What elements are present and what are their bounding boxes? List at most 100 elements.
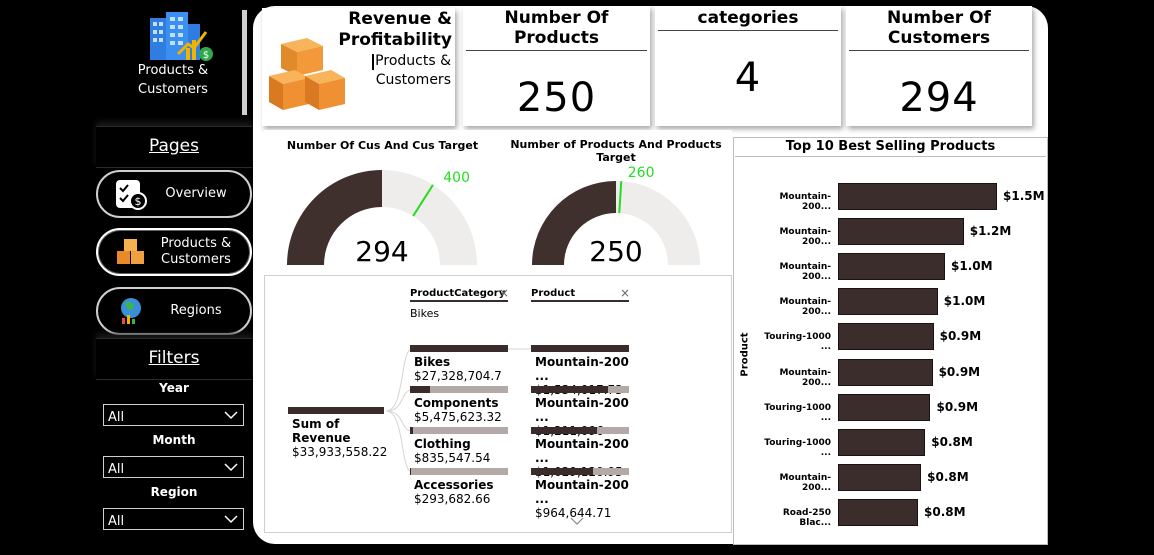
dt-product-label: Mountain-200 ... [535,355,629,383]
dt-category-node[interactable]: Bikes $27,328,704.7 [410,345,508,383]
dt-category-bar [410,386,508,393]
boxes-icon [112,233,150,271]
close-icon[interactable]: × [620,286,630,300]
svg-text:$: $ [203,50,209,61]
chevron-down-icon[interactable] [570,516,584,526]
dt-category-value: $293,682.66 [414,492,491,506]
gauge-value-label: 294 [355,235,408,268]
kpi-title: Number Of Products [466,6,647,51]
nav-overview-button[interactable]: $ Overview [96,170,252,218]
kpi-card-categories: categories 4 [655,6,841,126]
pages-heading: Pages [96,126,252,168]
bar[interactable] [838,393,931,421]
bar-data-label: $0.9M [938,364,981,379]
dt-column-filter: Bikes [410,307,440,320]
bar-data-label: $1.0M [951,259,993,274]
dt-product-bar [531,386,629,393]
kpi-title: categories [658,6,838,31]
bar-category-label: Mountain-200... [779,472,831,493]
kpi-value: 294 [899,75,979,121]
dt-column-header-label: ProductCategory [410,288,506,299]
bar-data-label: $1.2M [969,224,1012,239]
bar[interactable] [838,428,926,456]
dt-product-label: Mountain-200 ... [535,478,629,506]
overview-icon: $ [112,175,150,213]
dt-category-bar [410,345,508,352]
dt-column-header-product: Product [531,288,629,302]
bar[interactable] [838,323,934,351]
filter-month-label: Month [152,433,196,447]
dt-category-label: Components [414,396,499,410]
bar-data-label: $0.9M [939,329,982,344]
bar-data-label: $1.0M [943,294,986,309]
bar[interactable] [838,253,946,281]
bar-category-label: Mountain-200... [779,297,831,318]
dt-category-node[interactable]: Accessories $293,682.66 [410,468,508,506]
gauge-value-label: 250 [589,235,642,268]
dt-category-bar [410,468,508,475]
bar[interactable] [838,358,933,386]
header-card: Revenue & Profitability Products & Custo… [262,8,455,126]
globe-icon [112,292,150,330]
bar[interactable] [838,183,997,210]
nav-overview-label: Overview [165,186,227,201]
gauge-products: 260 250 [532,165,700,268]
kpi-title: Number Of Customers [849,6,1029,51]
dt-category-value: $5,475,623.32 [414,410,502,424]
gauge-customers: 400 294 [287,170,477,268]
bar-data-label: $0.8M [927,469,969,484]
chart-title: Top 10 Best Selling Products [735,139,1046,157]
dt-category-node[interactable]: Clothing $835,547.54 [410,427,508,465]
dt-product-bar [531,468,629,475]
bar-data-label: $0.8M [931,434,973,449]
dt-column-header-category: ProductCategory [410,288,508,302]
dt-product-label: Mountain-200 ... [535,396,629,424]
kpi-card-products: Number Of Products 250 [463,6,650,126]
filter-year-select[interactable]: All [103,404,244,426]
bar-category-label: Mountain-200... [779,227,831,248]
filter-month-select[interactable]: All [103,456,244,478]
bar[interactable] [838,288,938,316]
dt-category-label: Bikes [414,355,451,369]
dt-root-node[interactable]: Sum of Revenue $33,933,558.22 [288,407,387,459]
gauge-target-label: 400 [443,170,470,186]
filter-region-select[interactable]: All [103,508,244,530]
filter-year-label: Year [159,381,189,395]
dt-category-value: $27,328,704.7 [414,369,502,383]
bar[interactable] [838,463,922,491]
chart-y-axis-label: Product [739,332,751,377]
bar-category-label: Road-250 Blac... [782,507,831,528]
dt-category-value: $835,547.54 [414,451,491,465]
bar-data-label: $0.9M [936,399,979,414]
bar-data-label: $1.5M [1003,189,1045,203]
bar-category-label: Mountain-200... [779,192,831,212]
dt-category-label: Clothing [414,437,471,451]
bar-category-label: Touring-1000 ... [764,332,831,353]
nav-regions-label: Regions [170,303,222,318]
nav-products-customers-button[interactable]: Products & Customers [96,228,252,276]
chevron-down-icon [224,515,238,524]
nav-regions-button[interactable]: Regions [96,287,252,335]
dt-product-bar [531,427,629,434]
gauge-target-label: 260 [628,165,655,181]
dt-root-label: Sum of Revenue [292,417,351,445]
bar[interactable] [838,498,919,526]
dt-product-label: Mountain-200 ... [535,437,629,465]
nav-products-customers-label: Products & Customers [160,236,232,267]
dt-product-node[interactable]: Mountain-200 ... $964,644.71 [531,468,629,520]
filter-region-value: All [108,514,125,529]
bar-category-label: Mountain-200... [779,262,831,283]
close-icon[interactable]: × [499,286,509,300]
svg-text:$: $ [135,195,142,208]
bar-data-label: $0.8M [924,504,966,519]
bar-category-label: Mountain-200... [779,367,831,388]
filters-heading: Filters [96,338,252,380]
dt-category-label: Accessories [414,478,494,492]
sidebar-divider [242,10,247,115]
filter-region-label: Region [150,485,198,499]
kpi-card-customers: Number Of Customers 294 [846,6,1032,126]
dt-category-node[interactable]: Components $5,475,623.32 [410,386,508,424]
chevron-down-icon [224,463,238,472]
bar[interactable] [838,218,964,246]
chevron-down-icon [224,411,238,420]
